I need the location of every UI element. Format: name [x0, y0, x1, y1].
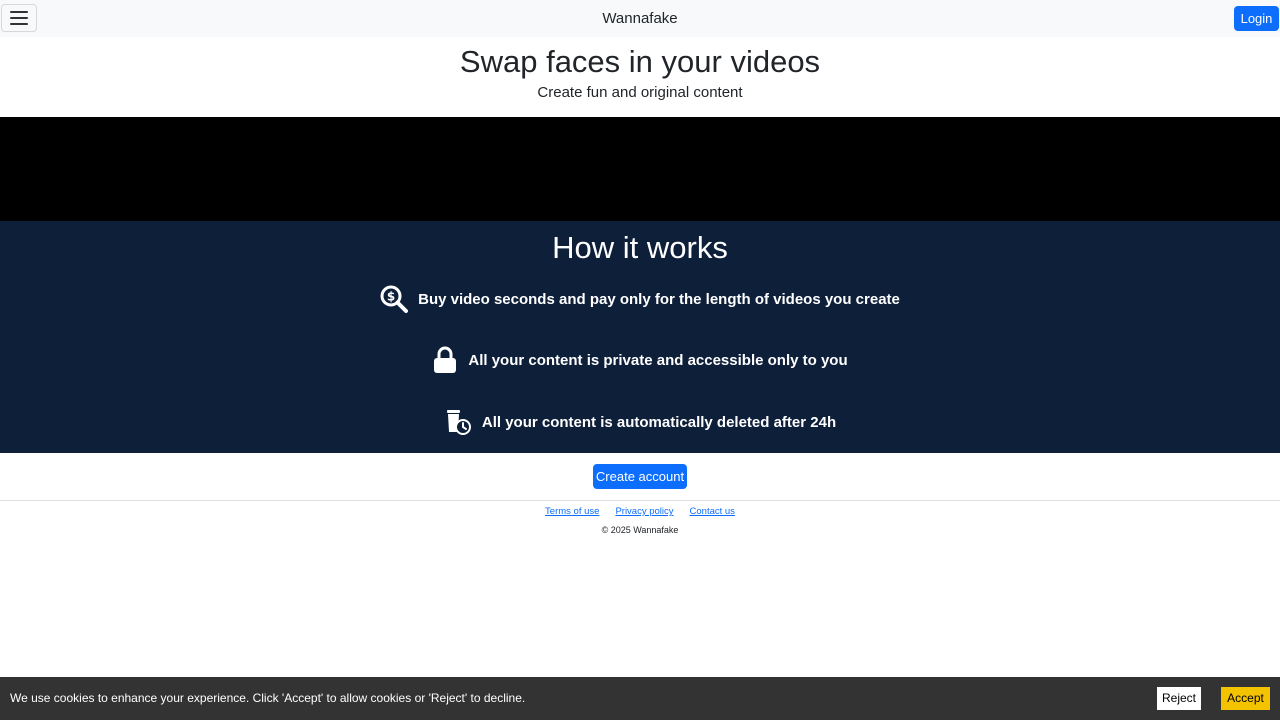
magnifier-dollar-icon: $: [380, 285, 409, 313]
how-it-works-title: How it works: [552, 230, 728, 265]
feature-item: All your content is private and accessib…: [0, 344, 1280, 376]
top-navbar: Wannafake Login: [0, 0, 1280, 37]
video-player[interactable]: [0, 117, 1280, 221]
hero-subtitle: Create fun and original content: [537, 84, 743, 101]
contact-us-link[interactable]: Contact us: [690, 506, 735, 517]
feature-text: All your content is private and accessib…: [468, 351, 848, 369]
feature-text: Buy video seconds and pay only for the l…: [418, 290, 900, 308]
create-account-button[interactable]: Create account: [593, 464, 687, 489]
cookie-banner: We use cookies to enhance your experienc…: [0, 677, 1280, 720]
hero-title: Swap faces in your videos: [459, 44, 821, 79]
terms-of-use-link[interactable]: Terms of use: [545, 506, 599, 517]
accept-cookies-button[interactable]: Accept: [1221, 687, 1270, 710]
footer-divider: [0, 500, 1280, 501]
feature-item: $ Buy video seconds and pay only for the…: [0, 283, 1280, 315]
login-button[interactable]: Login: [1234, 6, 1279, 31]
trash-clock-icon: [444, 408, 472, 436]
copyright-text: © 2025 Wannafake: [601, 525, 679, 535]
hamburger-menu-icon: [10, 11, 28, 13]
feature-item: All your content is automatically delete…: [0, 406, 1280, 438]
feature-text: All your content is automatically delete…: [481, 413, 837, 431]
brand-name[interactable]: Wannafake: [0, 0, 1280, 37]
svg-text:$: $: [387, 290, 395, 304]
how-it-works-section: How it works $ Buy video seconds and pay…: [0, 221, 1280, 453]
lock-icon: [432, 346, 458, 374]
cookie-message: We use cookies to enhance your experienc…: [10, 691, 526, 705]
menu-toggle-button[interactable]: [1, 4, 37, 32]
footer-links: Terms of use Privacy policy Contact us: [0, 506, 1280, 517]
reject-cookies-button[interactable]: Reject: [1157, 687, 1201, 710]
privacy-policy-link[interactable]: Privacy policy: [615, 506, 673, 517]
